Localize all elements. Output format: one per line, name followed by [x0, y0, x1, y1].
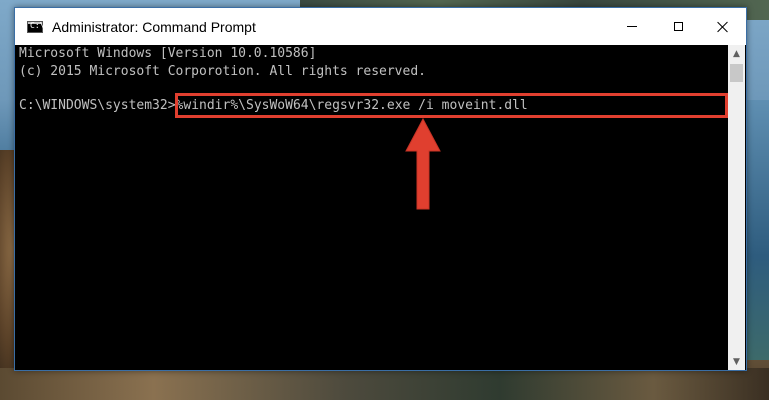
console-line-version: Microsoft Windows [Version 10.0.10586] [19, 46, 317, 61]
console-prompt: C:\WINDOWS\system32> [19, 98, 176, 113]
minimize-icon [627, 26, 637, 27]
console-line-copyright: (c) 2015 Microsoft Corporotion. All righ… [19, 64, 426, 79]
title-bar[interactable]: C:\ Administrator: Command Prompt [15, 8, 746, 45]
window-title: Administrator: Command Prompt [52, 19, 256, 35]
maximize-button[interactable] [655, 8, 701, 45]
close-button[interactable] [700, 8, 746, 45]
close-icon [717, 21, 729, 33]
minimize-button[interactable] [609, 8, 655, 45]
scroll-up-icon[interactable]: ▲ [728, 45, 745, 62]
maximize-icon [673, 22, 683, 31]
scrollbar-thumb[interactable] [730, 64, 743, 82]
console-output[interactable]: Microsoft Windows [Version 10.0.10586] (… [19, 45, 728, 370]
command-highlight-box [175, 93, 728, 118]
desktop-background-shore [0, 368, 769, 400]
up-arrow-icon [405, 117, 441, 210]
cmd-icon[interactable]: C:\ [27, 21, 44, 33]
command-prompt-window[interactable]: C:\ Administrator: Command Prompt Micros… [14, 7, 747, 371]
scroll-down-icon[interactable]: ▼ [728, 353, 745, 370]
vertical-scrollbar[interactable]: ▲ ▼ [728, 45, 745, 370]
